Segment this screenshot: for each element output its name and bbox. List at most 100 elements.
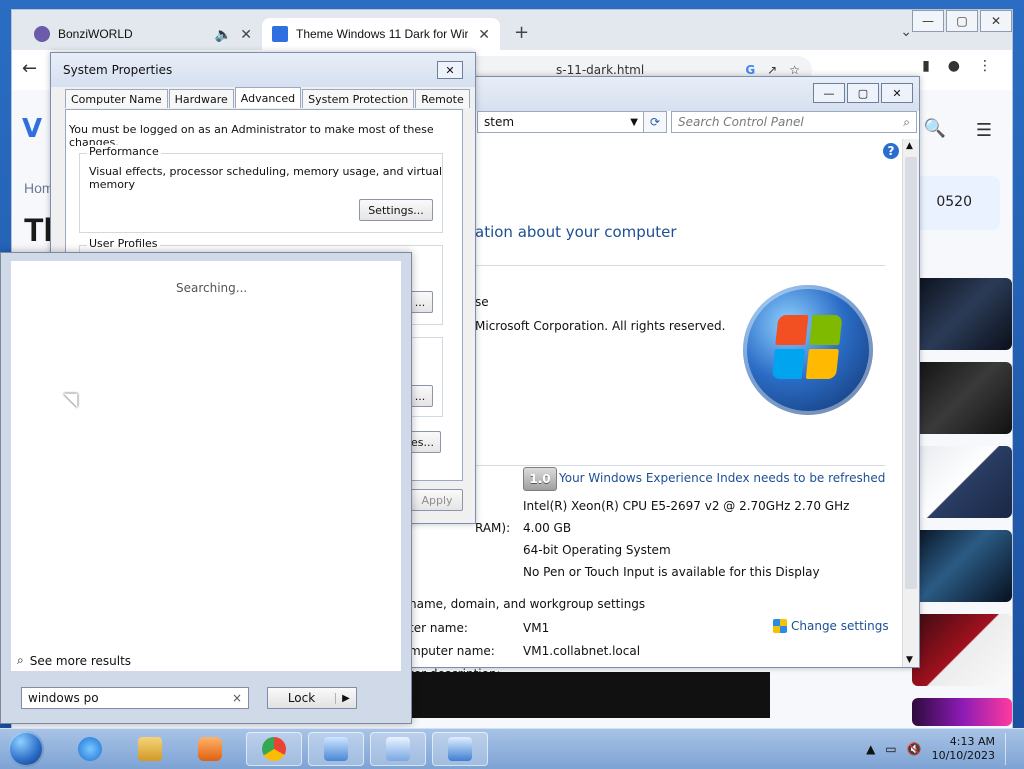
system-properties-icon[interactable] — [432, 732, 488, 766]
change-settings-label: Change settings — [791, 619, 889, 633]
mute-icon[interactable]: 🔈 — [215, 26, 232, 43]
search-control-panel-input[interactable]: Search Control Panel ⌕ — [671, 111, 917, 133]
row-value: collabnet.local — [523, 690, 611, 704]
performance-settings-button[interactable]: Settings... — [359, 199, 433, 221]
bonzi-favicon-icon — [34, 26, 50, 42]
address-bar[interactable]: stem ▼ — [477, 111, 645, 133]
tab-computer-name[interactable]: Computer Name — [65, 89, 168, 108]
performance-label: Performance — [87, 145, 161, 158]
close-button[interactable]: ✕ — [980, 10, 1012, 32]
show-hidden-icons-icon[interactable]: ▲ — [866, 742, 875, 756]
searching-status: Searching... — [176, 281, 248, 295]
hamburger-menu-icon[interactable]: ☰ — [976, 120, 992, 141]
control-panel-icon[interactable] — [370, 732, 426, 766]
ram-value: 4.00 GB — [523, 521, 572, 535]
explorer-icon[interactable] — [122, 732, 178, 766]
scroll-down-icon[interactable]: ▼ — [906, 655, 913, 665]
bookmark-star-icon[interactable]: ☆ — [789, 63, 800, 77]
see-more-results-link[interactable]: ⌕ See more results — [17, 653, 131, 668]
maximize-button[interactable]: ▢ — [946, 10, 978, 32]
change-settings-link[interactable]: Change settings — [773, 619, 889, 633]
dialog-title: System Properties — [63, 63, 173, 77]
site-favicon-icon — [272, 26, 288, 42]
toolbar-icons: ▮ ● ⋮ — [922, 58, 992, 74]
clear-search-icon[interactable]: × — [232, 691, 242, 705]
site-logo-icon[interactable]: V — [22, 114, 48, 144]
remote-desktop-icon[interactable] — [308, 732, 364, 766]
close-button[interactable]: ✕ — [881, 83, 913, 103]
processor-value: Intel(R) Xeon(R) CPU E5-2697 v2 @ 2.70GH… — [523, 499, 850, 513]
wei-refresh-link[interactable]: Your Windows Experience Index needs to b… — [559, 471, 885, 485]
wei-score-badge: 1.0 — [523, 467, 557, 491]
system-type-value: 64-bit Operating System — [523, 543, 671, 557]
see-more-label: See more results — [29, 653, 132, 668]
pen-touch-value: No Pen or Touch Input is available for t… — [523, 565, 820, 579]
windows-edition-text: se — [475, 295, 489, 309]
menu-dots-icon[interactable]: ⋮ — [978, 58, 992, 74]
profile-icon[interactable]: ● — [948, 58, 960, 74]
browser-tab-bar: BonziWORLD 🔈 ✕ Theme Windows 11 Dark for… — [12, 10, 1012, 50]
clock[interactable]: 4:13 AM 10/10/2023 — [932, 735, 995, 763]
windows-logo-icon — [743, 285, 873, 415]
start-search-input[interactable]: windows po × — [21, 687, 249, 709]
scroll-thumb[interactable] — [905, 157, 917, 589]
tab-label: BonziWORLD — [58, 27, 133, 41]
close-button[interactable]: ✕ — [437, 61, 463, 79]
section-heading: name, domain, and workgroup settings — [409, 597, 646, 611]
theme-thumbnail[interactable] — [912, 362, 1012, 434]
tab-theme-windows-11[interactable]: Theme Windows 11 Dark for Wir ✕ — [262, 18, 500, 50]
ram-label: RAM): — [475, 521, 511, 535]
side-panel-icon[interactable]: ▮ — [922, 58, 930, 74]
help-icon[interactable]: ? — [883, 143, 899, 159]
ie-icon[interactable] — [62, 732, 118, 766]
share-icon[interactable]: ↗ — [767, 63, 777, 77]
theme-thumbnail[interactable] — [912, 614, 1012, 686]
search-icon[interactable]: 🔍 — [924, 118, 946, 139]
chrome-icon[interactable] — [246, 732, 302, 766]
divider — [475, 465, 885, 466]
page-heading: ation about your computer — [475, 223, 677, 241]
tab-remote[interactable]: Remote — [415, 89, 470, 108]
volume-muted-icon[interactable]: 🔇 — [907, 742, 922, 756]
clock-date: 10/10/2023 — [931, 749, 995, 762]
tab-hardware[interactable]: Hardware — [168, 89, 234, 108]
tab-advanced[interactable]: Advanced — [234, 87, 302, 108]
dropdown-arrow-icon[interactable]: ▼ — [630, 117, 638, 128]
apply-button[interactable]: Apply — [411, 489, 463, 511]
close-tab-icon[interactable]: ✕ — [240, 26, 252, 43]
start-orb-icon[interactable] — [8, 731, 44, 767]
search-icon[interactable]: ⌕ — [903, 115, 910, 130]
row-label: ter name: — [409, 621, 468, 635]
theme-thumbnail[interactable] — [912, 530, 1012, 602]
tab-bonziworld[interactable]: BonziWORLD 🔈 ✕ — [24, 18, 262, 50]
new-tab-button[interactable]: + — [514, 22, 529, 43]
power-options-arrow-icon[interactable]: ▶ — [335, 692, 356, 704]
theme-thumbnail[interactable] — [912, 698, 1012, 726]
show-desktop-button[interactable] — [1005, 733, 1014, 765]
minimize-button[interactable]: — — [912, 10, 944, 32]
lock-button[interactable]: Lock ▶ — [267, 687, 357, 709]
performance-description: Visual effects, processor scheduling, me… — [89, 165, 443, 191]
search-value: windows po — [28, 691, 99, 705]
back-button[interactable]: ← — [22, 58, 37, 79]
close-tab-icon[interactable]: ✕ — [478, 26, 490, 43]
media-player-icon[interactable] — [182, 732, 238, 766]
refresh-button[interactable]: ⟳ — [643, 111, 667, 133]
theme-thumbnail[interactable] — [912, 446, 1012, 518]
dialog-tabs: Computer Name Hardware Advanced System P… — [65, 87, 471, 109]
window-controls: — ▢ ✕ — [813, 83, 913, 103]
maximize-button[interactable]: ▢ — [847, 83, 879, 103]
google-icon[interactable]: G — [745, 63, 755, 77]
shield-icon — [773, 619, 787, 633]
network-icon[interactable]: ▭ — [885, 742, 896, 756]
user-profiles-label: User Profiles — [87, 237, 160, 250]
tab-label: Theme Windows 11 Dark for Wir — [296, 27, 469, 41]
tab-system-protection[interactable]: System Protection — [302, 89, 415, 108]
row-value: VM1 — [523, 621, 550, 635]
minimize-button[interactable]: — — [813, 83, 845, 103]
search-icon: ⌕ — [17, 653, 24, 667]
scroll-up-icon[interactable]: ▲ — [906, 141, 913, 151]
vertical-scrollbar[interactable]: ▲ ▼ — [902, 139, 919, 667]
browser-window-controls: — ▢ ✕ — [910, 10, 1012, 32]
theme-thumbnail[interactable] — [912, 278, 1012, 350]
